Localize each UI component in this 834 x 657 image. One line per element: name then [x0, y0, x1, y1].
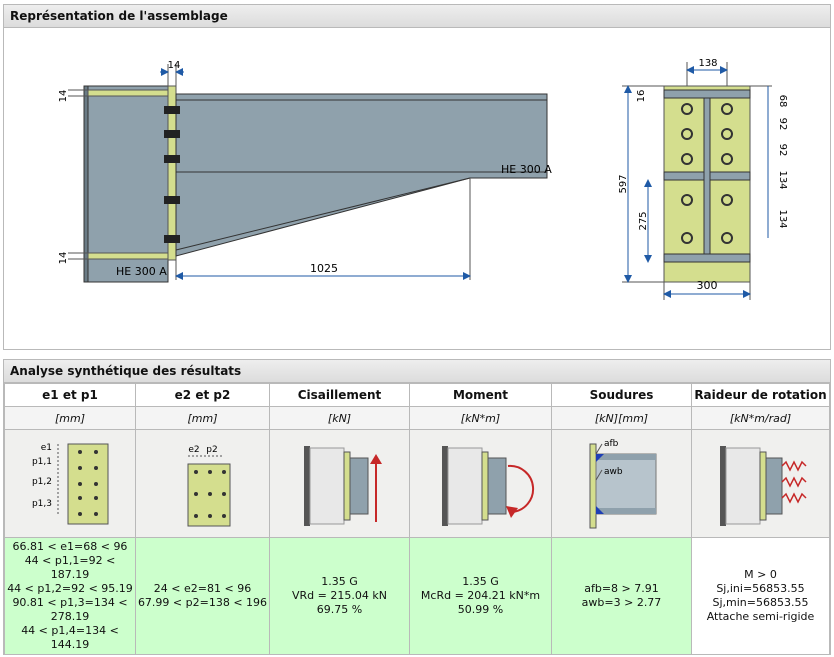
- value-cell-e2p2: 24 < e2=81 < 96 67.99 < p2=138 < 196: [135, 537, 270, 655]
- unit-stiffness: [kN*m/rad]: [691, 406, 830, 430]
- label-awb: awb: [604, 467, 623, 477]
- icon-cell-moment: [409, 429, 552, 538]
- stiffness-diagram: [719, 446, 807, 526]
- sj-ini: Sj,ini=56853.55: [716, 582, 805, 595]
- unit-moment: [kN*m]: [409, 406, 552, 430]
- label-p12: p1,2: [32, 477, 52, 487]
- label-afb: afb: [604, 439, 619, 449]
- unit-welds: [kN][mm]: [551, 406, 692, 430]
- unit-e2p2: [mm]: [135, 406, 270, 430]
- icon-cell-stiffness: [691, 429, 830, 538]
- e1-p1-diagram: e1 p1,1 p1,2 p1,3: [32, 443, 109, 525]
- unit-shear: [kN]: [269, 406, 410, 430]
- value-cell-e1p1: 66.81 < e1=68 < 96 44 < p1,1=92 < 187.19…: [4, 537, 136, 655]
- label-e2: e2: [188, 445, 199, 455]
- p2-check: 67.99 < p2=138 < 196: [137, 596, 268, 609]
- dim-plate-width: 300: [697, 279, 718, 292]
- stiffener-top: [87, 89, 169, 97]
- unit-e1p1: [mm]: [4, 406, 136, 430]
- e2-p2-diagram: e2 p2: [187, 445, 230, 527]
- col-header-welds: Soudures: [551, 383, 692, 407]
- shear-combo: 1.35 G: [321, 575, 358, 588]
- results-panel: Analyse synthétique des résultats e1 et …: [3, 359, 831, 655]
- value-cell-stiffness: M > 0 Sj,ini=56853.55 Sj,min=56853.55 At…: [691, 537, 830, 655]
- assembly-panel: Représentation de l'assemblage 14 14 14 …: [3, 4, 831, 350]
- sj-min: Sj,min=56853.55: [712, 596, 809, 609]
- col-header-stiffness: Raideur de rotation: [691, 383, 830, 407]
- dim-pitch-4: 134: [777, 170, 788, 189]
- dim-lower-height: 275: [638, 211, 649, 230]
- p14-check: 44 < p1,4=134 <: [21, 624, 119, 637]
- p13-check: 90.81 < p1,3=134 <: [12, 596, 128, 609]
- label-p2: p2: [206, 445, 217, 455]
- assembly-panel-title: Représentation de l'assemblage: [4, 5, 830, 28]
- col-header-e1p1: e1 et p1: [4, 383, 136, 407]
- stiffener-bottom: [87, 252, 169, 260]
- label-e1: e1: [41, 443, 52, 453]
- shear-diagram: [303, 446, 382, 526]
- side-view: 14 14 14 1025 HE 300 A HE 300 A: [58, 60, 552, 283]
- col-header-e2p2: e2 et p2: [135, 383, 270, 407]
- p11-check: 44 < p1,1=92 < 187.19: [24, 554, 116, 581]
- icon-cell-e2p2: e2 p2: [135, 429, 270, 538]
- beam-label: HE 300 A: [501, 163, 552, 176]
- moment-combo: 1.35 G: [462, 575, 499, 588]
- p14-check-cont: 144.19: [50, 638, 90, 651]
- dim-flange-bot: 14: [58, 252, 69, 265]
- dim-pitch-1: 68: [777, 95, 788, 108]
- moment-sign: M > 0: [744, 568, 777, 581]
- col-header-moment: Moment: [409, 383, 552, 407]
- dim-pitch-3: 92: [777, 144, 788, 157]
- column-label: HE 300 A: [116, 265, 167, 278]
- moment-diagram: [441, 446, 534, 526]
- shear-resistance: VRd = 215.04 kN: [292, 589, 387, 602]
- label-p11: p1,1: [32, 457, 52, 467]
- dim-top-edge: 16: [636, 90, 647, 103]
- joint-classification: Attache semi-rigide: [706, 610, 815, 623]
- assembly-drawing: 14 14 14 1025 HE 300 A HE 300 A 138 300 …: [58, 58, 788, 300]
- results-panel-title: Analyse synthétique des résultats: [4, 360, 830, 383]
- afb-check: afb=8 > 7.91: [584, 582, 659, 595]
- moment-ratio: 50.99 %: [457, 603, 504, 616]
- icon-cell-shear: [269, 429, 410, 538]
- moment-resistance: McRd = 204.21 kN*m: [420, 589, 541, 602]
- dim-pitch-5: 134: [777, 209, 788, 228]
- p12-check: 44 < p1,2=92 < 95.19: [7, 582, 133, 595]
- col-header-shear: Cisaillement: [269, 383, 410, 407]
- front-view: 138 300 597 275 16 68 92 92 134 134: [618, 58, 788, 300]
- icon-cell-e1p1: e1 p1,1 p1,2 p1,3: [4, 429, 136, 538]
- dim-bolt-gauge: 138: [698, 58, 717, 69]
- value-cell-shear: 1.35 G VRd = 215.04 kN 69.75 %: [269, 537, 410, 655]
- e1-check: 66.81 < e1=68 < 96: [12, 540, 128, 553]
- dim-total-height: 597: [618, 174, 629, 193]
- shear-ratio: 69.75 %: [316, 603, 363, 616]
- results-table: e1 et p1 e2 et p2 Cisaillement Moment So…: [4, 383, 830, 655]
- dim-haunch-len: 1025: [310, 262, 338, 275]
- dim-flange-top: 14: [58, 90, 69, 103]
- beam-with-haunch: [175, 93, 548, 257]
- value-cell-moment: 1.35 G McRd = 204.21 kN*m 50.99 %: [409, 537, 552, 655]
- icon-cell-welds: afb awb: [551, 429, 692, 538]
- label-p13: p1,3: [32, 499, 52, 509]
- awb-check: awb=3 > 2.77: [581, 596, 662, 609]
- dim-plate-thk: 14: [168, 60, 181, 71]
- welds-diagram: afb awb: [589, 439, 656, 529]
- dim-pitch-2: 92: [777, 118, 788, 131]
- value-cell-welds: afb=8 > 7.91 awb=3 > 2.77: [551, 537, 692, 655]
- e2-check: 24 < e2=81 < 96: [153, 582, 252, 595]
- p13-check-cont: 278.19: [50, 610, 90, 623]
